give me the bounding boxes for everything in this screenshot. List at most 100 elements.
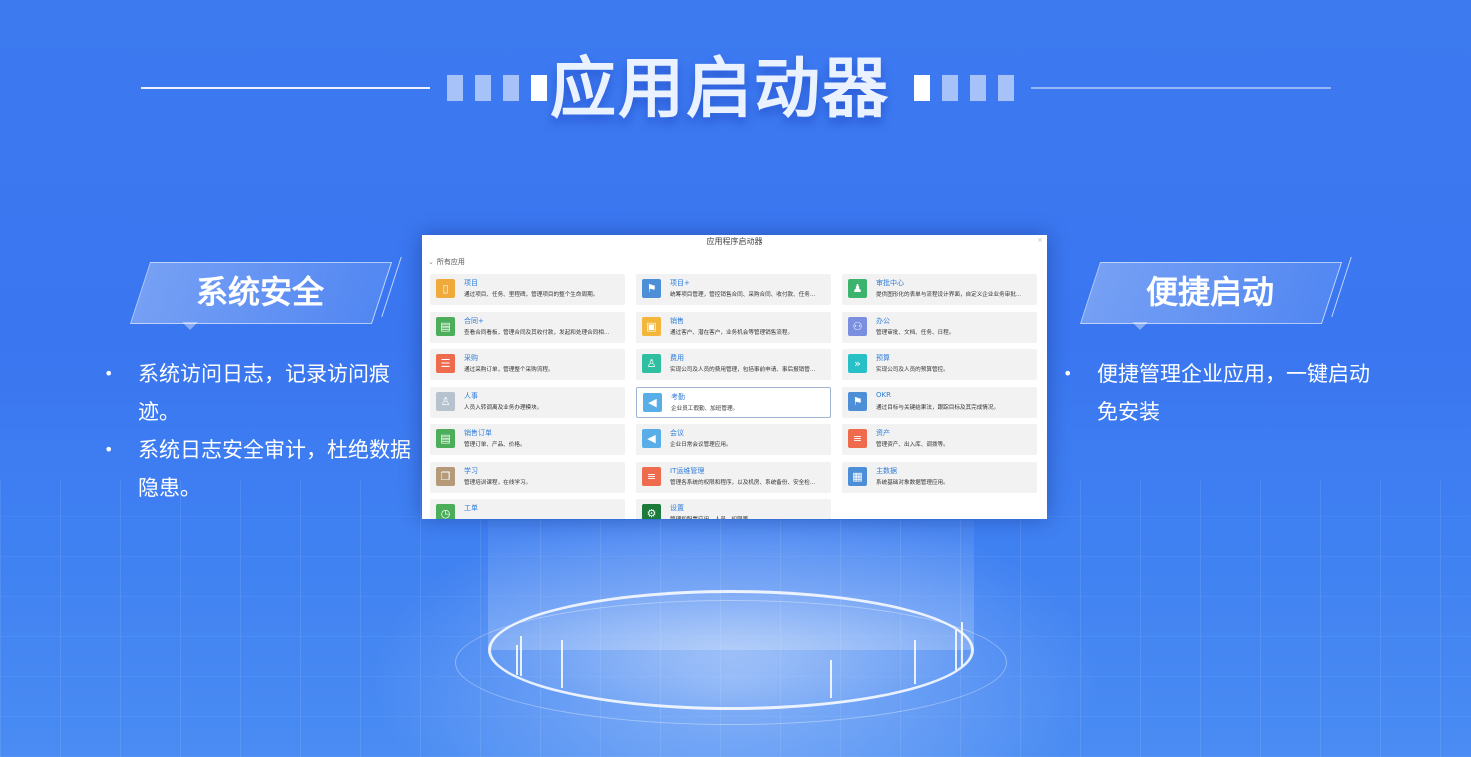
header-square	[914, 75, 930, 101]
app-description: 管理培训课程，在线学习。	[464, 479, 532, 486]
app-icon: ◀	[643, 392, 662, 412]
close-icon[interactable]: ×	[1037, 236, 1043, 244]
app-description: 实现公司及人员的预算管控。	[876, 367, 949, 373]
app-name: 资产	[876, 429, 890, 437]
app-tile[interactable]: ◀ 考勤企业员工假勤、加班管理。	[636, 386, 831, 418]
light-spark	[955, 630, 957, 670]
app-tile[interactable]: ≡ IT运维管理 管理各系统的权限和程序，以及机房、系统备份、安全检…	[636, 461, 831, 493]
feature-badge-quick-launch: 便捷启动	[1079, 257, 1352, 330]
app-tile[interactable]: ⚑ 项目+ 统筹项目管理，管控销售合同、采购合同、收付款、任务…	[636, 274, 831, 305]
app-icon: ♙	[642, 354, 661, 373]
light-spark	[561, 640, 563, 688]
app-description: 管理和配置应用、人员、权限等	[670, 515, 828, 519]
app-name: 审批中心	[876, 279, 904, 287]
app-description: 通过采购订单，管理整个采购流程。	[464, 367, 554, 373]
light-spark	[961, 622, 963, 666]
app-name: 人事	[464, 391, 478, 400]
app-icon: ☰	[436, 354, 455, 373]
chevron-down-icon: ⌄	[428, 258, 434, 266]
header-square	[942, 75, 958, 101]
header-square	[475, 75, 491, 101]
header-line-right	[1031, 87, 1331, 89]
app-icon: ▯	[436, 279, 455, 298]
app-tile[interactable]: ▤ 销售订单 管理订单、产品、价格。	[430, 424, 625, 455]
app-tile[interactable]: ◀ 会议 企业日常会议管理应用。	[636, 424, 831, 455]
app-icon: ❐	[436, 466, 455, 486]
app-tile[interactable]: ▯ 项目 通过项目、任务、里程碑，管理项目的整个生命周期。	[430, 274, 625, 305]
app-icon: ⚑	[642, 279, 661, 298]
section-label: 所有应用	[436, 258, 465, 266]
app-description: 人员入转调离及业务办理模块。	[464, 404, 543, 411]
app-tile[interactable]: ⚙ 设置管理和配置应用、人员、权限等	[636, 499, 831, 519]
app-tile[interactable]: ▣ 销售 通过客户、潜在客户，业务机会等管理销售流程。	[636, 311, 831, 343]
bullet-item: 系统访问日志，记录访问痕迹。	[104, 355, 416, 431]
app-tile[interactable]: ♙ 费用实现公司及人员的费用管理，包括事前申请、事后报销管…	[636, 349, 831, 380]
app-tile[interactable]: ⚇ 办公管理审批、文档、任务、日程。	[842, 311, 1037, 343]
app-tile[interactable]: ☰ 采购通过采购订单，管理整个采购流程。	[430, 349, 625, 380]
app-tile[interactable]: ⚑ OKR 通过目标与关键结果法，跟踪目标及其完成情况。	[842, 386, 1037, 418]
app-name: 主数据	[876, 466, 897, 475]
app-name: 办公	[876, 316, 890, 325]
header-square	[970, 75, 986, 101]
app-name: 项目+	[670, 279, 690, 287]
app-name: 会议	[670, 429, 684, 437]
app-tile[interactable]: ≡ 资产 管理资产、出入库、调拨等。	[842, 424, 1037, 455]
app-description: 通过客户、潜在客户，业务机会等管理销售流程。	[670, 329, 794, 336]
app-icon: ⚙	[642, 504, 661, 519]
app-name: 设置	[670, 504, 684, 512]
app-tile[interactable]: ♟ 审批中心提供图形化的表单与流程设计界面，自定义企业业务审批…	[842, 274, 1037, 305]
bullet-item: 系统日志安全审计，杜绝数据隐患。	[104, 431, 416, 507]
light-spark	[914, 640, 916, 684]
feature-bullets-quick-launch: 便捷管理企业应用，一键启动免安装	[1063, 355, 1383, 431]
app-name: 项目	[464, 279, 478, 287]
app-icon: ⚇	[848, 316, 867, 336]
app-description: 通过目标与关键结果法，跟踪目标及其完成情况。	[876, 404, 1000, 411]
header-square	[998, 75, 1014, 101]
app-icon: ♙	[436, 391, 455, 411]
app-name: 销售	[670, 316, 684, 325]
app-name: 预算	[876, 354, 890, 362]
app-tile[interactable]: ◷ 工单	[430, 499, 625, 519]
app-description: 提供图形化的表单与流程设计界面，自定义企业业务审批…	[876, 292, 1022, 298]
app-name: 费用	[670, 354, 684, 362]
app-name: 采购	[464, 354, 478, 362]
app-tile[interactable]: ▤ 合同+ 查看合同看板，管理合同及其收付款，发起和处理合同相…	[430, 311, 625, 343]
header-square	[447, 75, 463, 101]
feature-title: 便捷启动	[1145, 273, 1274, 311]
app-description: 企业员工假勤、加班管理。	[671, 405, 739, 412]
section-header-all-apps[interactable]: ⌄ 所有应用	[428, 257, 465, 267]
app-name: 工单	[464, 504, 478, 512]
app-tile[interactable]: ♙ 人事人员入转调离及业务办理模块。	[430, 386, 625, 418]
app-name: 销售订单	[464, 429, 492, 437]
feature-badge-security: 系统安全	[129, 257, 402, 330]
app-name: 合同+	[464, 316, 484, 325]
app-description: 统筹项目管理，管控销售合同、采购合同、收付款、任务…	[670, 292, 816, 298]
app-icon: ♟	[848, 279, 867, 298]
app-name: OKR	[876, 390, 891, 399]
app-tile[interactable]: ▦ 主数据系统基础对象数据管理应用。	[842, 461, 1037, 493]
window-title: 应用程序启动器	[706, 237, 763, 246]
app-description: 实现公司及人员的费用管理，包括事前申请、事后报销管…	[670, 367, 816, 373]
app-name: IT运维管理	[670, 466, 705, 475]
app-name: 学习	[464, 466, 478, 475]
feature-bullets-security: 系统访问日志，记录访问痕迹。 系统日志安全审计，杜绝数据隐患。	[104, 355, 416, 507]
app-icon: ◀	[642, 429, 661, 448]
app-tile[interactable]: ❐ 学习管理培训课程，在线学习。	[430, 461, 625, 493]
header-square	[531, 75, 547, 101]
app-name: 考勤	[671, 392, 685, 401]
app-icon: ▤	[436, 316, 455, 336]
app-icon: ◷	[436, 504, 455, 519]
app-launcher-window: 应用程序启动器 × ⌄ 所有应用 ▯ 项目 通过项目、任务、里程碑，管理项目的整个生命…	[422, 235, 1047, 519]
app-icon: ▦	[848, 466, 867, 486]
app-description: 管理订单、产品、价格。	[464, 442, 526, 448]
app-icon: ⚑	[848, 391, 867, 411]
badge-tail	[182, 322, 198, 330]
app-icon: ≡	[848, 429, 867, 448]
light-spark	[516, 645, 518, 675]
header-square	[503, 75, 519, 101]
light-spark	[830, 660, 832, 698]
bullet-item: 便捷管理企业应用，一键启动免安装	[1063, 355, 1383, 431]
app-description: 系统基础对象数据管理应用。	[876, 479, 949, 486]
app-description: 管理审批、文档、任务、日程。	[876, 329, 955, 336]
app-tile[interactable]: » 预算 实现公司及人员的预算管控。	[842, 349, 1037, 380]
